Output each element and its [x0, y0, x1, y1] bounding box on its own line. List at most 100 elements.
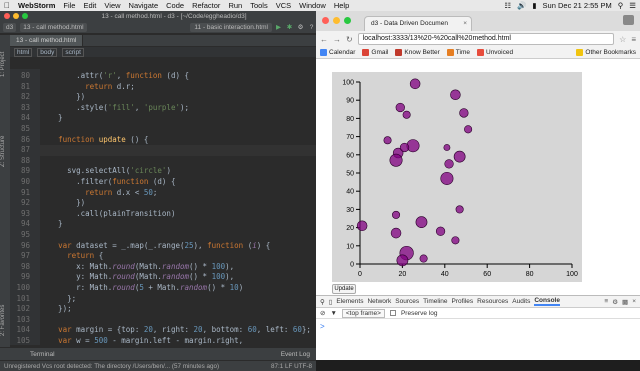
tab-timeline[interactable]: Timeline [423, 298, 447, 305]
maximize-icon[interactable] [22, 13, 28, 19]
menu-navigate[interactable]: Navigate [125, 1, 163, 10]
data-point [435, 226, 446, 236]
forward-icon[interactable]: → [333, 35, 341, 44]
data-point [402, 110, 411, 119]
bookmark-star-icon[interactable]: ☆ [619, 35, 626, 44]
settings-icon[interactable]: ⚙ [296, 23, 305, 31]
reload-icon[interactable]: ↻ [346, 35, 353, 44]
chart-background [332, 72, 582, 282]
browser-menu-icon[interactable]: ≡ [631, 35, 640, 44]
data-point [399, 142, 410, 153]
menu-tools[interactable]: Tools [246, 1, 272, 10]
tab-elements[interactable]: Elements [336, 298, 363, 305]
close-tab-icon[interactable]: × [463, 20, 467, 27]
tab-sources[interactable]: Sources [395, 298, 419, 305]
help-icon[interactable]: ? [307, 24, 316, 31]
console-prompt[interactable]: > [320, 322, 325, 331]
data-point [392, 210, 401, 219]
console-toolbar: ⊘ ▼ <top frame> Preserve log [316, 308, 640, 319]
menu-edit[interactable]: Edit [79, 1, 100, 10]
preserve-log-label: Preserve log [400, 309, 438, 317]
apple-icon[interactable]:  [0, 1, 14, 10]
tab-audits[interactable]: Audits [512, 298, 530, 305]
code-line: return d.x < 50; [85, 187, 158, 197]
line-number: 88 [20, 155, 30, 165]
menu-view[interactable]: View [100, 1, 124, 10]
menu-window[interactable]: Window [295, 1, 330, 10]
filter-icon[interactable]: ▼ [330, 310, 336, 317]
volume-icon[interactable]: 🔊 [517, 1, 526, 10]
crumb-body[interactable]: body [37, 47, 58, 57]
clock[interactable]: Sun Dec 21 2:55 PM [543, 1, 612, 10]
devtools-device-icon[interactable]: ▯ [329, 298, 333, 306]
crumb-html[interactable]: html [14, 47, 33, 57]
event-log-tab[interactable]: Event Log [281, 351, 316, 358]
minimize-icon[interactable] [13, 13, 19, 19]
clear-console-icon[interactable]: ⊘ [320, 309, 325, 317]
preserve-log-checkbox[interactable] [389, 310, 396, 316]
update-button[interactable]: Update [332, 284, 356, 294]
list-icon[interactable]: ☰ [629, 1, 636, 10]
code-line: return { [67, 251, 104, 261]
line-gutter: 80 81 82 83 84 85 86 87 88 89 90 91 92 9… [10, 69, 40, 345]
other-bookmarks[interactable]: Other Bookmarks [576, 49, 640, 56]
url-input[interactable]: localhost:3333/13%20-%20call%20method.ht… [357, 33, 615, 45]
devtools-close-icon[interactable]: × [632, 298, 636, 306]
tab-profiles[interactable]: Profiles [451, 298, 473, 305]
menu-file[interactable]: File [59, 1, 79, 10]
y-tick-label: 30 [346, 207, 354, 214]
back-icon[interactable]: ← [320, 35, 328, 44]
browser-titlebar: d3 - Data Driven Documen × [316, 11, 640, 31]
dock-icon[interactable]: ▩ [622, 298, 628, 306]
code-line: }) [40, 92, 86, 102]
project-crumb[interactable]: d3 [3, 22, 17, 32]
menu-refactor[interactable]: Refactor [188, 1, 224, 10]
y-tick-label: 100 [342, 80, 354, 87]
tab-call-method[interactable]: 13 - call method.html [10, 35, 84, 46]
data-point [389, 153, 403, 167]
cursor-position[interactable]: 87:1 LF UTF-8 [267, 363, 316, 370]
search-icon[interactable]: ⚲ [618, 1, 624, 10]
ide-status-bar: Unregistered Vcs root detected: The dire… [0, 360, 316, 371]
minimize-icon[interactable] [333, 17, 340, 24]
run-config-select[interactable]: 11 - basic interaction.html [190, 22, 272, 32]
crumb-script[interactable]: script [62, 47, 84, 57]
battery-icon[interactable]: ▮ [532, 1, 536, 10]
tab-console[interactable]: Console [534, 297, 560, 306]
menu-app[interactable]: WebStorm [14, 1, 59, 10]
menu-run[interactable]: Run [224, 1, 246, 10]
user-profile-icon[interactable] [623, 15, 634, 25]
browser-window: d3 - Data Driven Documen × ← → ↻ localho… [316, 11, 640, 360]
code-editor[interactable]: .attr('r', function (d) { return d.r; })… [40, 69, 316, 345]
line-number: 80 [20, 71, 30, 80]
drawer-icon[interactable]: ≡ [604, 298, 608, 306]
bookmark-gmail[interactable]: Gmail [362, 49, 388, 56]
menu-vcs[interactable]: VCS [272, 1, 295, 10]
file-crumb[interactable]: 13 - call method.html [20, 22, 87, 32]
devtools-settings-icon[interactable]: ⚙ [612, 298, 618, 306]
run-icon[interactable]: ▶ [274, 23, 283, 31]
wifi-icon[interactable]: ☷ [504, 1, 511, 10]
browser-tab[interactable]: d3 - Data Driven Documen × [364, 16, 472, 31]
bookmark-time[interactable]: Time [446, 49, 470, 56]
data-point [419, 254, 428, 263]
devtools-inspect-icon[interactable]: ⚲ [320, 298, 325, 306]
browser-tab-title: d3 - Data Driven Documen [371, 20, 448, 27]
tab-network[interactable]: Network [367, 298, 391, 305]
close-icon[interactable] [4, 13, 10, 19]
menu-code[interactable]: Code [162, 1, 188, 10]
bookmark-unvoiced[interactable]: Unvoiced [477, 49, 513, 56]
debug-icon[interactable]: ✱ [285, 23, 294, 31]
maximize-icon[interactable] [344, 17, 351, 24]
close-icon[interactable] [322, 17, 329, 24]
bookmark-know-better[interactable]: Know Better [395, 49, 440, 56]
frame-select[interactable]: <top frame> [341, 308, 385, 318]
code-line: var dataset = _.map(_.range(25), functio… [58, 240, 271, 250]
data-point [395, 102, 405, 113]
status-message[interactable]: Unregistered Vcs root detected: The dire… [4, 363, 219, 370]
gmail-icon [362, 49, 370, 56]
terminal-tab[interactable]: Terminal [30, 351, 55, 358]
bookmark-calendar[interactable]: Calendar [320, 49, 355, 56]
menu-help[interactable]: Help [330, 1, 353, 10]
tab-resources[interactable]: Resources [477, 298, 508, 305]
